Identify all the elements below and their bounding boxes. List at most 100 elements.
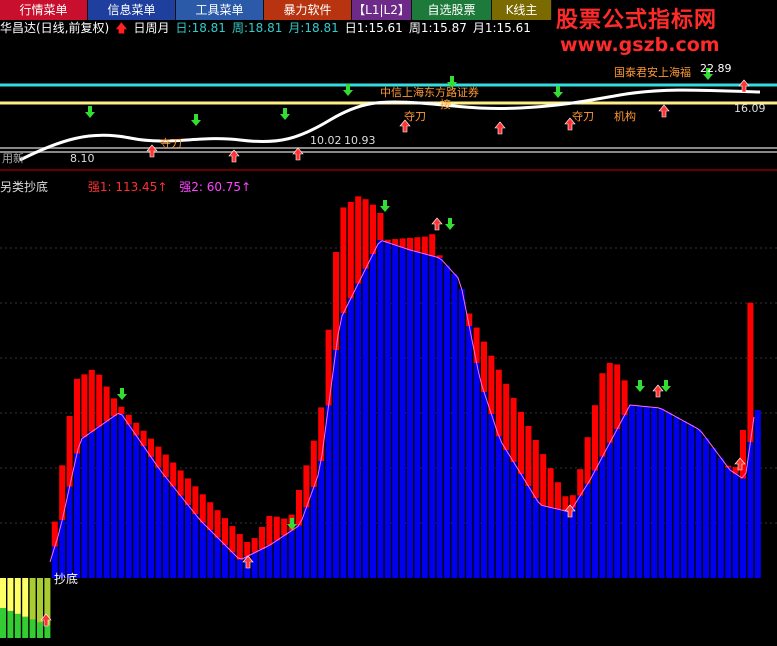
bar-blue (599, 456, 606, 578)
bar-blue (377, 240, 384, 578)
bar-blue (555, 509, 561, 578)
bar-blue (481, 392, 487, 578)
bar-red (377, 213, 384, 241)
bar-blue (362, 268, 369, 578)
bar-blue (466, 326, 473, 578)
bar-blue (88, 431, 95, 578)
bar-blue (503, 450, 510, 578)
bar-red (421, 236, 428, 254)
bar-blue (177, 495, 184, 578)
bar-blue (111, 416, 117, 578)
bar-blue (740, 478, 746, 578)
down-arrow-icon (191, 114, 201, 126)
bar-blue (407, 250, 413, 578)
bar-red (429, 234, 436, 256)
bar-blue (666, 412, 672, 578)
up-arrow-icon: ↑ (157, 180, 168, 194)
bar-blue (592, 470, 598, 578)
bar-red (399, 238, 406, 248)
bar-red (621, 380, 628, 416)
bar-blue (266, 545, 273, 578)
indicator-title: 另类抄底 强1: 113.45↑ 强2: 60.75↑ (0, 178, 251, 195)
bar-blue (214, 537, 221, 578)
bar-blue (207, 530, 214, 578)
bar-negative-tail (0, 608, 6, 638)
bar-blue (473, 363, 480, 578)
bar-blue (510, 462, 517, 578)
bar-red (133, 422, 140, 436)
bar-red (222, 518, 228, 545)
bar-blue (384, 242, 391, 578)
down-arrow-icon (553, 86, 563, 98)
bar-blue (532, 498, 539, 578)
bar-blue (643, 406, 650, 578)
bar-blue (584, 483, 591, 578)
down-arrow-icon (380, 200, 390, 212)
bar-blue (754, 410, 761, 578)
bar-blue (170, 486, 177, 578)
label-v4: 16.09 (734, 102, 766, 115)
bar-blue (458, 289, 465, 578)
bar-red (259, 527, 265, 549)
bar-red (555, 482, 561, 510)
bar-red (740, 430, 746, 479)
bar-red (347, 201, 354, 299)
bar-red (74, 378, 80, 454)
strong1: 强1: 113.45 (87, 180, 158, 194)
bar-blue (429, 255, 436, 579)
bottom-label: 抄底 (54, 572, 79, 586)
bar-red (532, 440, 539, 499)
bar-blue (414, 251, 421, 578)
bar-blue (673, 417, 680, 578)
bar-blue (518, 474, 524, 578)
bar-blue (703, 438, 709, 578)
bar-blue (281, 535, 288, 578)
label-left-tag: 用新 (2, 152, 24, 165)
bar-blue (488, 414, 495, 578)
bar-blue (451, 273, 458, 578)
label-dadao-1: 夺刀 (160, 137, 182, 150)
bar-blue (74, 453, 80, 578)
bar-blue (495, 436, 502, 578)
bar-blue (333, 350, 339, 578)
bar-blue (392, 245, 399, 579)
bar-red (111, 398, 117, 417)
bar-blue (606, 442, 613, 578)
bar-red (599, 373, 606, 457)
bar-blue (658, 408, 665, 578)
bar-blue (347, 298, 354, 578)
down-arrow-icon (280, 108, 290, 120)
bar-red (503, 383, 510, 451)
bar-negative (29, 578, 36, 620)
bar-blue (562, 510, 569, 578)
bar-red (207, 502, 214, 531)
bar-red (525, 425, 532, 487)
bar-blue (222, 545, 228, 578)
price-curve (19, 88, 761, 162)
bar-negative-tail (29, 619, 36, 638)
bar-red (518, 411, 524, 475)
label-left-tag2: 接 (440, 98, 451, 111)
bar-red (103, 386, 110, 422)
bar-red (125, 414, 132, 425)
bar-red (185, 478, 191, 505)
bar-blue (303, 507, 310, 578)
down-arrow-icon (85, 106, 95, 118)
bar-blue (103, 421, 110, 578)
bar-red (355, 196, 362, 284)
indicator-name: 另类抄底 (0, 180, 49, 194)
label-v2: 10.93 (344, 134, 376, 147)
down-arrow-icon (117, 388, 127, 400)
label-v1: 10.02 (310, 134, 342, 147)
up-arrow-icon (658, 104, 670, 118)
bar-blue (725, 467, 732, 578)
bar-negative-tail (44, 625, 51, 638)
bar-red (614, 364, 621, 429)
bar-blue (229, 552, 236, 578)
bar-red (584, 437, 591, 484)
bar-blue (547, 507, 554, 578)
bar-blue (680, 421, 687, 578)
bar-blue (125, 424, 132, 578)
bar-blue (310, 487, 317, 578)
bar-blue (444, 265, 450, 578)
